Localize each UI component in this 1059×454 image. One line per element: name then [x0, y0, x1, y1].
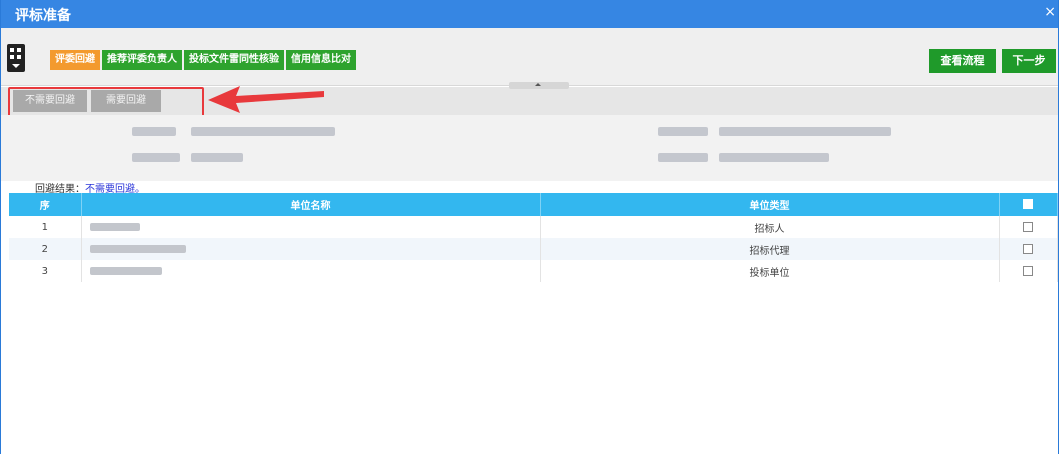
row-checkbox[interactable]	[999, 216, 1058, 238]
next-step-button[interactable]: 下一步	[1002, 49, 1056, 73]
tab-bid-similarity-check[interactable]: 投标文件雷同性核验	[184, 50, 284, 70]
redacted-label	[658, 127, 708, 136]
row-unit-type: 招标人	[540, 216, 1000, 238]
redacted-value	[719, 153, 829, 162]
column-header-seq: 序	[9, 193, 82, 216]
table-header-row: 序 单位名称 单位类型	[9, 193, 1058, 216]
table-row[interactable]: 1 招标人	[9, 216, 1058, 238]
redacted-value	[719, 127, 891, 136]
table-row[interactable]: 2 招标代理	[9, 238, 1058, 260]
column-header-unit-type: 单位类型	[540, 193, 1000, 216]
row-checkbox[interactable]	[999, 238, 1058, 260]
toolbar: 评委回避 推荐评委负责人 投标文件雷同性核验 信用信息比对 查看流程 下一步	[1, 28, 1058, 86]
redacted-value	[191, 127, 335, 136]
collapse-toggle[interactable]	[509, 82, 569, 89]
select-all-checkbox[interactable]	[999, 193, 1058, 216]
row-unit-name-redacted	[81, 260, 541, 282]
row-unit-name-redacted	[81, 238, 541, 260]
step-tabs: 评委回避 推荐评委负责人 投标文件雷同性核验 信用信息比对	[50, 50, 356, 70]
dialog-window: 评标准备 × 评委回避 推荐评委负责人 投标文件雷同性核验 信用信息比对 查看流…	[0, 0, 1059, 454]
column-header-unit-name: 单位名称	[81, 193, 541, 216]
grid-menu-icon[interactable]	[7, 44, 25, 72]
row-seq: 3	[9, 260, 82, 282]
row-seq: 1	[9, 216, 82, 238]
row-unit-name-redacted	[81, 216, 541, 238]
annotation-arrow-icon	[208, 86, 324, 113]
tab-reviewer-avoidance[interactable]: 评委回避	[50, 50, 100, 70]
tab-credit-info-compare[interactable]: 信用信息比对	[286, 50, 356, 70]
redacted-value	[191, 153, 243, 162]
row-checkbox[interactable]	[999, 260, 1058, 282]
tab-recommend-reviewer-leader[interactable]: 推荐评委负责人	[102, 50, 182, 70]
annotation-highlight-box	[8, 87, 204, 118]
row-seq: 2	[9, 238, 82, 260]
row-unit-type: 投标单位	[540, 260, 1000, 282]
unit-table: 序 单位名称 单位类型 1 招标人 2 招标代理 3 投标单位	[9, 193, 1058, 282]
table-row[interactable]: 3 投标单位	[9, 260, 1058, 282]
close-icon[interactable]: ×	[1044, 4, 1056, 20]
title-bar: 评标准备 ×	[1, 0, 1058, 28]
redacted-label	[132, 127, 176, 136]
redacted-label	[658, 153, 708, 162]
window-title: 评标准备	[15, 8, 71, 24]
view-flow-button[interactable]: 查看流程	[929, 49, 996, 73]
row-unit-type: 招标代理	[540, 238, 1000, 260]
project-info-panel	[1, 115, 1058, 181]
redacted-label	[132, 153, 180, 162]
